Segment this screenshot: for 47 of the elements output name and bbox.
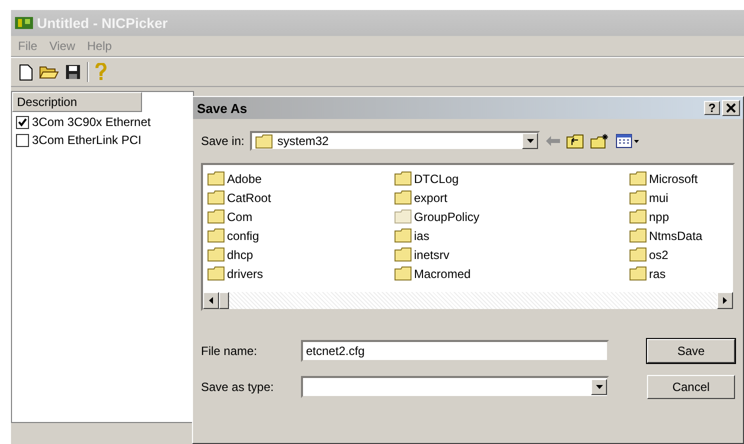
column-header[interactable]: Description bbox=[12, 92, 142, 112]
folder-item[interactable]: ias bbox=[414, 228, 430, 242]
folder-item[interactable]: Adobe bbox=[227, 172, 262, 186]
list-item[interactable]: 3Com 3C90x Ethernet bbox=[32, 115, 151, 129]
folder-item[interactable]: dhcp bbox=[227, 248, 254, 262]
folder-item[interactable]: NtmsData bbox=[649, 228, 702, 242]
scroll-thumb[interactable] bbox=[219, 292, 229, 309]
folder-item[interactable]: config bbox=[227, 228, 260, 242]
list-item[interactable]: 3Com EtherLink PCI bbox=[32, 133, 142, 147]
save-button[interactable]: Save bbox=[647, 339, 735, 363]
folder-dropdown[interactable]: system32 bbox=[250, 131, 540, 151]
field-label: Save as type: bbox=[201, 380, 275, 394]
new-file-icon[interactable] bbox=[19, 64, 33, 80]
new-folder-icon[interactable] bbox=[590, 133, 610, 149]
folder-item[interactable]: CatRoot bbox=[227, 190, 272, 204]
close-icon[interactable] bbox=[722, 100, 740, 116]
file-type-dropdown[interactable] bbox=[301, 376, 609, 398]
scroll-left-icon[interactable] bbox=[209, 297, 213, 304]
folder-item[interactable]: DTCLog bbox=[414, 172, 459, 186]
file-name-field[interactable]: etcnet2.cfg bbox=[301, 340, 609, 362]
checkbox[interactable] bbox=[16, 116, 29, 128]
folder-item[interactable]: drivers bbox=[227, 266, 264, 280]
folder-item[interactable]: Com bbox=[227, 210, 252, 224]
view-menu-icon[interactable] bbox=[616, 134, 640, 148]
folder-item[interactable]: ras bbox=[649, 266, 666, 280]
caret-icon bbox=[596, 385, 602, 389]
horizontal-scrollbar[interactable] bbox=[203, 292, 733, 309]
folder-item[interactable]: export bbox=[414, 190, 448, 204]
folder-item[interactable]: mui bbox=[649, 190, 668, 204]
help-button[interactable]: ? bbox=[704, 101, 720, 115]
folder-item[interactable]: inetsrv bbox=[414, 248, 450, 262]
folder-item[interactable]: Macromed bbox=[414, 266, 471, 280]
scroll-right-icon[interactable] bbox=[723, 297, 727, 304]
caret-icon bbox=[526, 139, 534, 143]
dialog-title: Save As bbox=[197, 100, 248, 116]
up-folder-icon[interactable] bbox=[566, 134, 584, 148]
folder-item[interactable]: npp bbox=[649, 210, 670, 224]
field-label: File name: bbox=[201, 344, 258, 358]
field-label: Save in: bbox=[201, 134, 244, 148]
checkbox[interactable] bbox=[16, 134, 29, 146]
folder-item[interactable]: GroupPolicy bbox=[414, 210, 480, 224]
cancel-button[interactable]: Cancel bbox=[647, 375, 735, 399]
app-icon bbox=[15, 16, 33, 30]
folder-icon bbox=[255, 134, 274, 148]
folder-item[interactable]: Microsoft bbox=[649, 172, 698, 186]
open-folder-icon[interactable] bbox=[39, 64, 59, 80]
folder-item[interactable]: os2 bbox=[649, 248, 668, 262]
